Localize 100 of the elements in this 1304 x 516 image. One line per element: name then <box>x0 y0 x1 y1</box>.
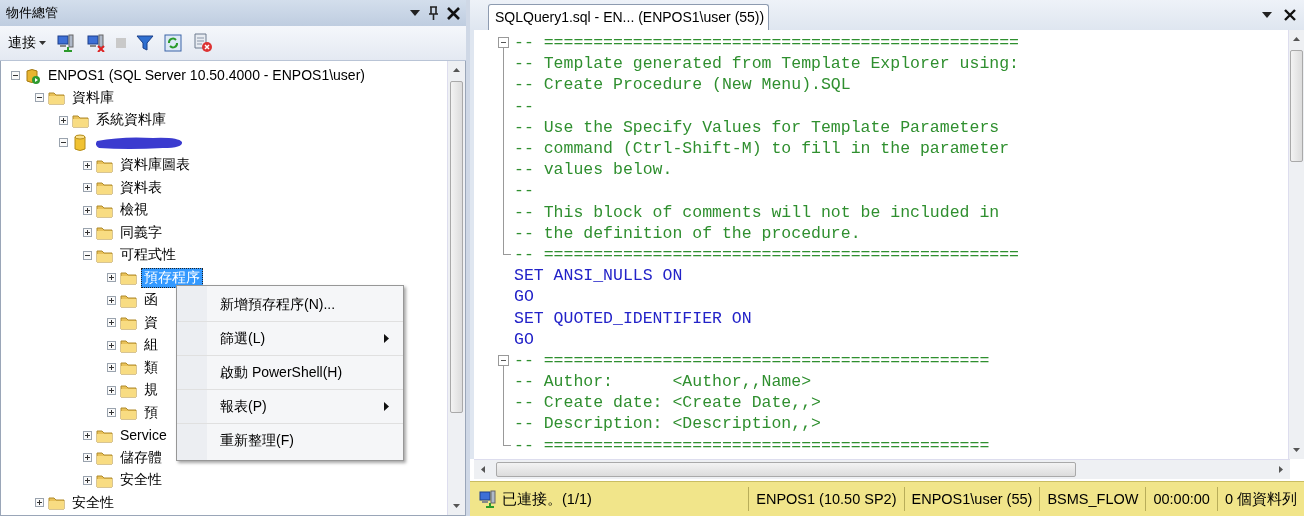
folder-icon <box>48 494 65 512</box>
collapse-toggle[interactable] <box>35 93 44 103</box>
expand-toggle[interactable] <box>83 430 92 440</box>
tree-item[interactable]: 類 <box>141 357 161 378</box>
code-comment: -- Description: <Description,,> <box>514 414 821 434</box>
menu-item[interactable]: 啟動 PowerShell(H) <box>177 356 403 390</box>
menu-item[interactable]: 新增預存程序(N)... <box>177 288 403 322</box>
caret-icon <box>39 41 46 45</box>
code-line: GO <box>514 287 534 307</box>
expand-toggle[interactable] <box>35 498 44 508</box>
close-icon[interactable] <box>447 6 460 20</box>
collapse-toggle[interactable] <box>59 138 68 148</box>
expand-toggle[interactable] <box>107 408 116 418</box>
scroll-up-icon[interactable] <box>1293 37 1300 41</box>
code-comment: -- Create Procedure (New Menu).SQL <box>514 75 851 95</box>
connect-button[interactable]: 連接 <box>8 34 46 52</box>
expand-toggle[interactable] <box>83 160 92 170</box>
tree-item[interactable]: 安全性 <box>69 492 117 513</box>
database-icon <box>72 134 89 152</box>
pin-icon[interactable] <box>428 6 439 20</box>
tree-item[interactable]: 系統資料庫 <box>93 110 169 131</box>
status-field: 00:00:00 <box>1145 487 1217 511</box>
tree-item[interactable]: Service <box>117 426 170 445</box>
tree-item[interactable]: 預 <box>141 402 161 423</box>
code-comment: -- <box>514 181 534 201</box>
monitor-arrow-icon[interactable] <box>56 34 76 52</box>
code-comment: -- Author: <Author,,Name> <box>514 372 812 392</box>
expand-toggle[interactable] <box>83 205 92 215</box>
refresh-icon[interactable] <box>164 34 182 52</box>
expand-toggle[interactable] <box>83 475 92 485</box>
close-icon[interactable] <box>1284 9 1296 21</box>
code-comment: -- <box>514 96 534 116</box>
tree-item[interactable]: 同義字 <box>117 222 165 243</box>
folder-icon <box>96 224 113 242</box>
code-comment: -- ============================================= <box>514 350 990 370</box>
collapse-toggle[interactable] <box>498 37 509 48</box>
code-comment: -- ================================================ <box>514 244 1019 264</box>
folder-icon <box>120 269 137 287</box>
scrollbar-thumb[interactable] <box>1290 50 1303 162</box>
tree-item[interactable]: 資料表 <box>117 177 165 198</box>
code-comment: -- command (Ctrl-Shift-M) to fill in the parameter <box>514 139 1010 159</box>
expand-toggle[interactable] <box>107 363 116 373</box>
expand-toggle[interactable] <box>107 340 116 350</box>
scroll-up-icon[interactable] <box>453 68 460 72</box>
tree-item[interactable]: 檢視 <box>117 200 151 221</box>
document-x-icon[interactable] <box>192 33 214 53</box>
code-comment: -- Use the Specify Values for Template Parameters <box>514 117 1000 137</box>
tree-item[interactable]: 可程式性 <box>117 245 179 266</box>
code-comment: -- values below. <box>514 160 673 180</box>
monitor-x-icon[interactable] <box>86 34 106 52</box>
expand-toggle[interactable] <box>83 228 92 238</box>
tree-item[interactable]: ENPOS1 (SQL Server 10.50.4000 - ENPOS1\user) <box>45 66 368 85</box>
folder-icon <box>120 314 137 332</box>
tree-item[interactable]: 資 <box>141 312 161 333</box>
scrollbar-thumb[interactable] <box>450 81 463 413</box>
tree-item[interactable]: 組 <box>141 335 161 356</box>
scroll-down-icon[interactable] <box>453 504 460 508</box>
dropdown-icon[interactable] <box>410 10 420 16</box>
connection-status: 已連接。(1/1) <box>502 489 592 509</box>
filter-icon[interactable] <box>136 35 154 51</box>
code-comment: -- Template generated from Template Explorer using: <box>514 54 1019 74</box>
tree-item[interactable]: 安全性 <box>117 470 165 491</box>
folder-icon <box>96 449 113 467</box>
menu-item[interactable]: 篩選(L) <box>177 322 403 356</box>
expand-toggle[interactable] <box>83 183 92 193</box>
tree-item[interactable]: 規 <box>141 380 161 401</box>
tree-item[interactable]: 儲存體 <box>117 447 165 468</box>
scrollbar-thumb[interactable] <box>496 462 1076 477</box>
folder-icon <box>120 359 137 377</box>
panel-title: 物件總管 <box>6 4 59 22</box>
tree-item[interactable]: 函 <box>141 290 161 311</box>
expand-toggle[interactable] <box>59 115 68 125</box>
status-field: ENPOS1 (10.50 SP2) <box>748 487 904 511</box>
menu-item[interactable]: 報表(P) <box>177 390 403 424</box>
collapse-toggle[interactable] <box>11 70 20 80</box>
code-comment: -- the definition of the procedure. <box>514 223 861 243</box>
status-field: ENPOS1\user (55) <box>903 487 1040 511</box>
submenu-arrow-icon <box>384 334 389 343</box>
document-tab[interactable]: SQLQuery1.sql - EN... (ENPOS1\user (55)) <box>488 4 770 30</box>
code-line: SET ANSI_NULLS ON <box>514 266 683 286</box>
code-comment: -- ============================================= <box>514 435 990 455</box>
tree-item[interactable]: 資料庫 <box>69 87 117 108</box>
collapse-toggle[interactable] <box>498 354 509 366</box>
expand-toggle[interactable] <box>107 385 116 395</box>
code-comment: -- ================================================ <box>514 33 1019 53</box>
expand-toggle[interactable] <box>107 273 116 283</box>
expand-toggle[interactable] <box>83 453 92 463</box>
submenu-arrow-icon <box>384 402 389 411</box>
server-icon <box>24 66 41 84</box>
scroll-left-icon[interactable] <box>481 466 485 473</box>
collapse-toggle[interactable] <box>83 250 92 260</box>
expand-toggle[interactable] <box>107 295 116 305</box>
status-field: 0 個資料列 <box>1216 487 1304 511</box>
tree-item[interactable]: 資料庫圖表 <box>117 155 193 176</box>
scroll-down-icon[interactable] <box>1293 448 1300 452</box>
dropdown-icon[interactable] <box>1262 12 1272 18</box>
menu-item[interactable]: 重新整理(F) <box>177 424 403 458</box>
expand-toggle[interactable] <box>107 318 116 328</box>
scroll-right-icon[interactable] <box>1279 466 1283 473</box>
folder-icon <box>48 89 65 107</box>
